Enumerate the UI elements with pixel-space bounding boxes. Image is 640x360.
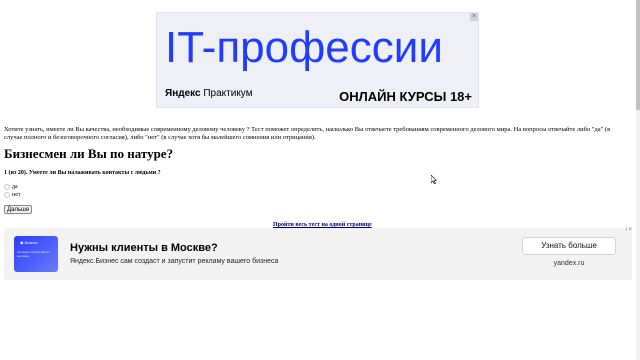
ad-cta: ОНЛАЙН КУРСЫ 18+ xyxy=(339,89,472,104)
ad-headline: IT-профессии xyxy=(165,23,443,72)
option-label: да xyxy=(12,184,18,190)
page-title: Бизнесмен ли Вы по натуре? xyxy=(4,146,174,161)
ad-info-close-icon[interactable]: i × xyxy=(625,227,632,233)
learn-more-button[interactable]: Узнать больше xyxy=(522,237,616,255)
question-text: 1 (из 20). Умеете ли Вы налаживать конта… xyxy=(4,170,161,176)
ad-thumb-badge: ◉ Бизнес xyxy=(20,240,38,245)
radio-no[interactable] xyxy=(4,192,10,198)
next-button[interactable]: Дальше xyxy=(4,205,33,214)
scrollbar-thumb[interactable] xyxy=(636,0,640,110)
ad-brand: Яндекс Практикум xyxy=(165,88,253,99)
mouse-cursor-icon xyxy=(431,175,437,184)
ad-description: Яндекс.Бизнес сам создаст и запустит рек… xyxy=(70,258,279,265)
option-label: нет xyxy=(12,192,21,198)
option-no[interactable]: нет xyxy=(4,192,21,198)
ad-domain[interactable]: yandex.ru xyxy=(522,260,616,267)
close-icon[interactable]: × xyxy=(470,13,478,21)
ad-thumb-text: Автоматический запуск рекламы xyxy=(17,250,50,258)
page-scrollbar[interactable] xyxy=(636,0,640,360)
top-banner-ad[interactable]: IT-профессии Яндекс Практикум ОНЛАЙН КУР… xyxy=(156,12,479,108)
ad-title: Нужны клиенты в Москве? xyxy=(70,242,218,254)
option-yes[interactable]: да xyxy=(4,184,18,190)
bottom-banner-ad[interactable]: ◉ Бизнес Автоматический запуск рекламы Н… xyxy=(4,227,632,280)
intro-text: Хотите узнать, имеете ли Вы качества, не… xyxy=(4,126,611,141)
radio-yes[interactable] xyxy=(4,184,10,190)
